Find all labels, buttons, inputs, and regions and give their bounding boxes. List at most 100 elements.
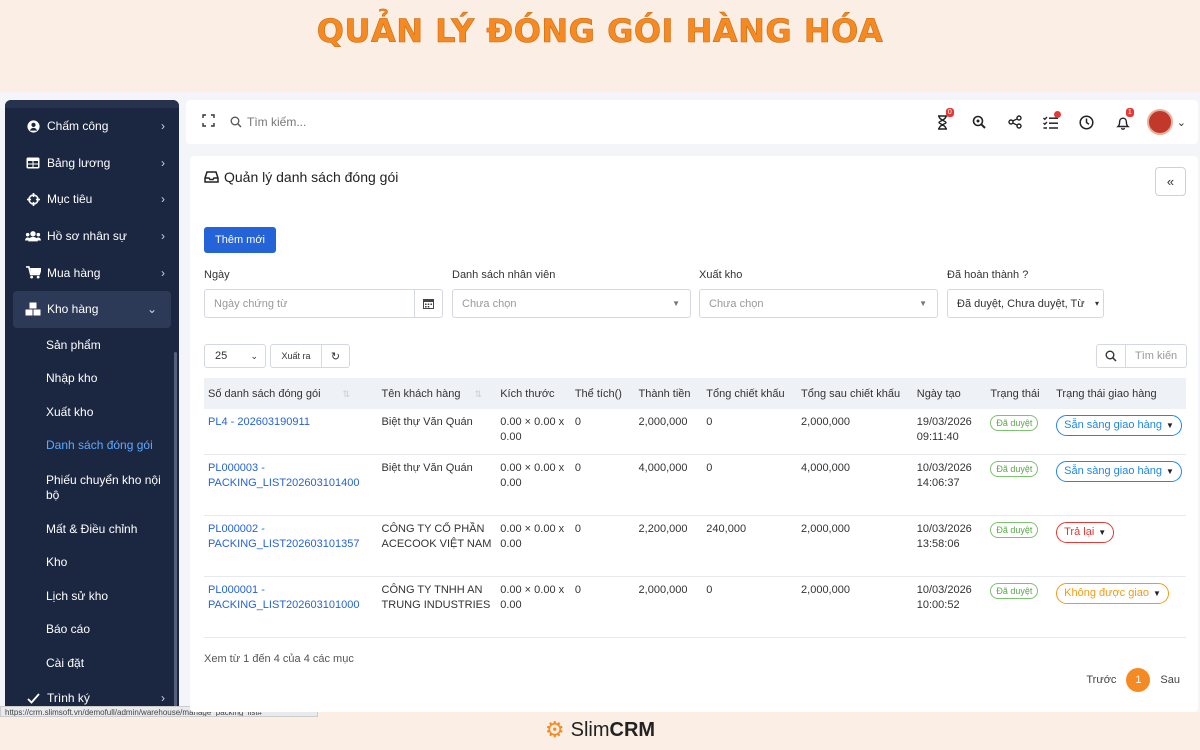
table-header-row: Số danh sách đóng gói ⇅ Tên khách hàng ⇅ K… <box>204 378 1186 409</box>
users-icon <box>25 229 41 243</box>
row-code-link[interactable]: PL000001 - PACKING_LIST202603101000 <box>204 576 378 638</box>
row-size: 0.00 × 0.00 x 0.00 <box>496 515 571 577</box>
sidebar-item-bang-luong[interactable]: Bảng lương › <box>5 145 179 182</box>
chevron-down-icon[interactable]: ⌄ <box>1177 116 1186 129</box>
main-panel: Quản lý danh sách đóng gói « Thêm mới Ng… <box>190 156 1198 712</box>
sidebar-item-muc-tieu[interactable]: Mục tiêu › <box>5 181 179 218</box>
sidebar-sub-cai-dat[interactable]: Cài đặt <box>5 647 179 681</box>
sidebar-sub-xuat-kho[interactable]: Xuất kho <box>5 396 179 430</box>
sidebar-item-label: Mua hàng <box>47 265 101 280</box>
done-select[interactable]: Đã duyệt, Chưa duyệt, Từ ▾ <box>947 289 1104 318</box>
row-status-cell: Đã duyệt <box>986 515 1053 577</box>
table-info: Xem từ 1 đến 4 của 4 các mục <box>204 653 354 665</box>
avatar[interactable] <box>1146 109 1173 135</box>
sidebar-sub-phieu-chuyen-kho[interactable]: Phiếu chuyển kho nội bộ <box>5 463 179 513</box>
table-row[interactable]: PL000001 - PACKING_LIST202603101000 CÔNG … <box>204 576 1186 638</box>
sidebar-item-ho-so-nhan-su[interactable]: Hồ sơ nhân sự › <box>5 218 179 255</box>
sidebar-item-mua-hang[interactable]: Mua hàng › <box>5 254 179 291</box>
sidebar-sub-bao-cao[interactable]: Báo cáo <box>5 613 179 647</box>
delivery-status-dropdown[interactable]: Không được giao ▼ <box>1056 582 1169 604</box>
status-badge: Đã duyệt <box>990 521 1039 538</box>
sidebar-scrollbar[interactable] <box>174 352 177 712</box>
column-header[interactable]: Tổng sau chiết khấu <box>797 378 913 409</box>
sidebar-item-cham-cong[interactable]: Chấm công › <box>5 108 179 145</box>
column-header[interactable]: Kích thước <box>496 378 571 409</box>
column-header[interactable]: Ngày tạo <box>913 378 987 409</box>
page-title-text: Quản lý danh sách đóng gói <box>224 169 399 185</box>
add-new-button[interactable]: Thêm mới <box>204 227 276 253</box>
export-select[interactable]: Chưa chọn ▼ <box>699 289 938 318</box>
row-delivery-cell: Sẵn sàng giao hàng ▼ <box>1052 454 1186 516</box>
sidebar-sub-nhap-kho[interactable]: Nhập kho <box>5 362 179 396</box>
delivery-status-dropdown[interactable]: Sẵn sàng giao hàng ▼ <box>1056 415 1182 436</box>
page-size-value: 25 <box>215 350 228 362</box>
sidebar-item-label: Bảng lương <box>47 155 111 170</box>
reload-button[interactable]: ↻ <box>321 344 350 368</box>
table-search-icon[interactable] <box>1096 344 1126 368</box>
staff-select[interactable]: Chưa chọn ▼ <box>452 289 691 318</box>
column-header[interactable]: Trạng thái giao hàng <box>1052 378 1186 409</box>
column-header[interactable]: Tổng chiết khấu <box>702 378 797 409</box>
header-label: Tổng sau chiết khấu <box>801 387 901 400</box>
sidebar-sub-danh-sach-dong-goi[interactable]: Danh sách đóng gói <box>5 429 179 463</box>
date-placeholder: Ngày chứng từ <box>214 297 288 310</box>
header-label: Số danh sách đóng gói <box>208 387 321 400</box>
column-header[interactable]: Thể tích() <box>571 378 635 409</box>
sort-icon: ⇅ <box>474 388 482 399</box>
sidebar-sub-lich-su-kho[interactable]: Lịch sử kho <box>5 580 179 614</box>
status-badge: Đã duyệt <box>990 582 1039 599</box>
fullscreen-icon[interactable] <box>202 114 216 130</box>
clock-icon[interactable] <box>1069 110 1105 134</box>
global-search[interactable]: Tìm kiếm... <box>230 115 306 129</box>
gear-icon: ⚙ <box>544 717 565 742</box>
header-label: Tổng chiết khấu <box>706 387 785 400</box>
delivery-status-label: Sẵn sàng giao hàng <box>1064 419 1162 431</box>
prev-page-button[interactable]: Trước <box>1086 674 1116 686</box>
sidebar-sub-mat-dieu-chinh[interactable]: Mất & Điều chỉnh <box>5 513 179 547</box>
table-search-input[interactable]: Tìm kiến <box>1125 344 1187 368</box>
delivery-status-dropdown[interactable]: Sẵn sàng giao hàng ▼ <box>1056 460 1182 482</box>
sidebar-item-label: Hồ sơ nhân sự <box>47 229 127 244</box>
export-button[interactable]: Xuất ra <box>270 344 322 368</box>
chevron-right-icon: › <box>161 119 165 134</box>
row-discount: 0 <box>702 576 798 638</box>
column-header[interactable]: Số danh sách đóng gói ⇅ <box>204 378 378 409</box>
checklist-icon[interactable] <box>1033 110 1069 134</box>
row-delivery-cell: Trả lại ▼ <box>1052 515 1186 577</box>
page-size-select[interactable]: 25 ⌄ <box>204 344 266 368</box>
row-code-link[interactable]: PL000003 - PACKING_LIST202603101400 <box>204 454 378 516</box>
table-row[interactable]: PL000002 - PACKING_LIST202603101357 CÔNG … <box>204 515 1186 577</box>
check-icon <box>25 691 41 705</box>
page-1-button[interactable]: 1 <box>1126 668 1151 692</box>
zoom-search-icon[interactable] <box>961 110 997 134</box>
export-label: Xuất kho <box>699 269 743 281</box>
sidebar-sub-san-pham[interactable]: Sản phẩm <box>5 329 179 363</box>
table-row[interactable]: PL4 - 202603190911 Biệt thự Văn Quán 0.00 … <box>204 409 1186 455</box>
row-code-link[interactable]: PL000002 - PACKING_LIST202603101357 <box>204 515 378 577</box>
row-size: 0.00 × 0.00 x 0.00 <box>496 409 571 455</box>
collapse-button[interactable]: « <box>1155 167 1186 196</box>
column-header[interactable]: Trạng thái <box>986 378 1052 409</box>
next-page-button[interactable]: Sau <box>1160 674 1180 686</box>
row-status-cell: Đã duyệt <box>986 576 1053 638</box>
sidebar-item-kho-hang[interactable]: Kho hàng ⌄ <box>13 290 171 328</box>
share-icon[interactable] <box>997 110 1033 134</box>
delivery-status-dropdown[interactable]: Trả lại ▼ <box>1056 521 1115 543</box>
column-header[interactable]: Tên khách hàng ⇅ <box>378 378 497 409</box>
delivery-status-label: Trả lại <box>1064 525 1095 538</box>
hourglass-icon[interactable]: 0 <box>925 108 961 134</box>
row-customer: CÔNG TY CỔ PHẦN ACECOOK VIỆT NAM <box>377 515 497 577</box>
sidebar-item-label: Mục tiêu <box>47 192 93 207</box>
row-customer: Biệt thự Văn Quán <box>377 409 497 455</box>
row-code-link[interactable]: PL4 - 202603190911 <box>204 409 378 455</box>
column-header[interactable]: Thành tiền <box>635 378 703 409</box>
table-row[interactable]: PL000003 - PACKING_LIST202603101400 Biệt … <box>204 454 1186 516</box>
caret-down-icon: ▼ <box>1166 421 1174 430</box>
date-field[interactable]: Ngày chứng từ <box>204 289 443 318</box>
chevron-down-icon: ⌄ <box>146 302 157 317</box>
row-size: 0.00 × 0.00 x 0.00 <box>496 454 571 516</box>
calendar-icon[interactable] <box>414 290 442 317</box>
sidebar-sub-kho[interactable]: Kho <box>5 546 179 580</box>
bell-icon[interactable]: 1 <box>1105 108 1141 134</box>
row-date: 10/03/2026 10:00:52 <box>912 576 987 638</box>
